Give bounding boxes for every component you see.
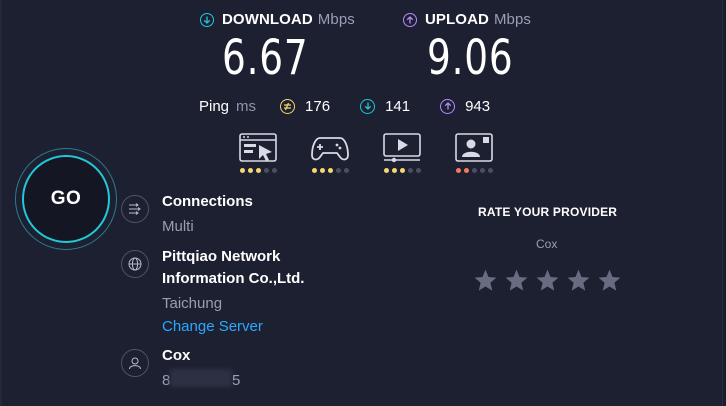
- download-unit: Mbps: [317, 11, 355, 28]
- rating-dot: [343, 168, 349, 173]
- activity-video-chat: [454, 133, 494, 173]
- star-icon[interactable]: [504, 268, 529, 293]
- rating-dot: [311, 168, 317, 173]
- activity-video-streaming: [382, 133, 422, 173]
- gaming-icon: [311, 137, 349, 161]
- gaming-rating: [311, 168, 349, 173]
- video-streaming-icon: [383, 133, 421, 163]
- rating-dot: [271, 168, 277, 173]
- rating-dot: [319, 168, 325, 173]
- star-icon[interactable]: [597, 268, 622, 293]
- video-streaming-rating: [383, 168, 421, 173]
- video-chat-icon: [455, 133, 493, 162]
- user-icon: [121, 349, 149, 377]
- rating-dot: [463, 168, 469, 173]
- provider-name: Cox: [162, 347, 191, 364]
- rating-dot: [415, 168, 421, 173]
- connections-title: Connections: [162, 193, 253, 210]
- rating-dot: [479, 168, 485, 173]
- upload-unit: Mbps: [493, 11, 532, 28]
- idle-latency-icon: [280, 98, 296, 114]
- rating-dot: [399, 168, 405, 173]
- globe-icon: [121, 250, 149, 278]
- rating-dot: [239, 168, 245, 173]
- speedtest-panel: DOWNLOAD Mbps 6.67 UPLOAD Mbps 9.06 Ping…: [0, 0, 723, 406]
- change-server-link[interactable]: Change Server: [162, 316, 263, 338]
- ping-unit: ms: [236, 97, 257, 115]
- rating-dot: [407, 168, 413, 173]
- rate-provider-isp: Cox: [536, 237, 558, 251]
- rating-stars: [473, 268, 622, 293]
- ping-idle-value: 176: [305, 97, 331, 115]
- download-latency-icon: [360, 98, 376, 114]
- rating-dot: [247, 168, 253, 173]
- ping-upload-value: 943: [465, 97, 491, 115]
- server-name-line2: Information Co.,Ltd.: [162, 270, 305, 287]
- star-icon[interactable]: [566, 268, 591, 293]
- rate-provider-title: RATE YOUR PROVIDER: [478, 205, 618, 219]
- rating-dot: [391, 168, 397, 173]
- go-button[interactable]: GO: [22, 155, 110, 243]
- star-icon[interactable]: [535, 268, 560, 293]
- rating-dot: [471, 168, 477, 173]
- provider-ip-end: 5: [232, 372, 241, 389]
- server-name-line1: Pittqiao Network: [162, 248, 281, 265]
- download-label: DOWNLOAD: [222, 11, 313, 28]
- rating-dot: [327, 168, 333, 173]
- ping-row: Ping ms 176 141 943: [199, 96, 520, 116]
- ping-idle: 176: [280, 98, 330, 115]
- ping-upload: 943: [440, 98, 490, 115]
- upload-value: 9.06: [427, 30, 514, 86]
- ping-download: 141: [360, 98, 410, 115]
- download-value: 6.67: [222, 30, 309, 86]
- rating-dot: [335, 168, 341, 173]
- redacted-ip-blur: [170, 369, 232, 387]
- ping-download-value: 141: [385, 97, 411, 115]
- panel-edge: [0, 0, 2, 406]
- upload-latency-icon: [440, 98, 456, 114]
- web-browsing-icon: [239, 133, 277, 162]
- server-location: Taichung: [162, 295, 223, 312]
- rating-dot: [383, 168, 389, 173]
- rating-dot: [255, 168, 261, 173]
- activity-web-browsing: [238, 133, 278, 173]
- upload-label: UPLOAD: [425, 11, 489, 28]
- star-icon[interactable]: [473, 268, 498, 293]
- download-header: DOWNLOAD Mbps: [200, 11, 355, 28]
- web-browsing-rating: [239, 168, 277, 173]
- connections-value[interactable]: Multi: [162, 216, 194, 238]
- video-chat-rating: [455, 168, 493, 173]
- upload-header: UPLOAD Mbps: [403, 11, 531, 28]
- rating-dot: [263, 168, 269, 173]
- rating-dot: [455, 168, 461, 173]
- rating-dot: [487, 168, 493, 173]
- upload-arrow-icon: [403, 12, 417, 27]
- ping-label: Ping: [199, 97, 230, 115]
- connections-icon: [121, 195, 149, 223]
- activity-gaming: [310, 133, 350, 173]
- download-arrow-icon: [200, 12, 214, 27]
